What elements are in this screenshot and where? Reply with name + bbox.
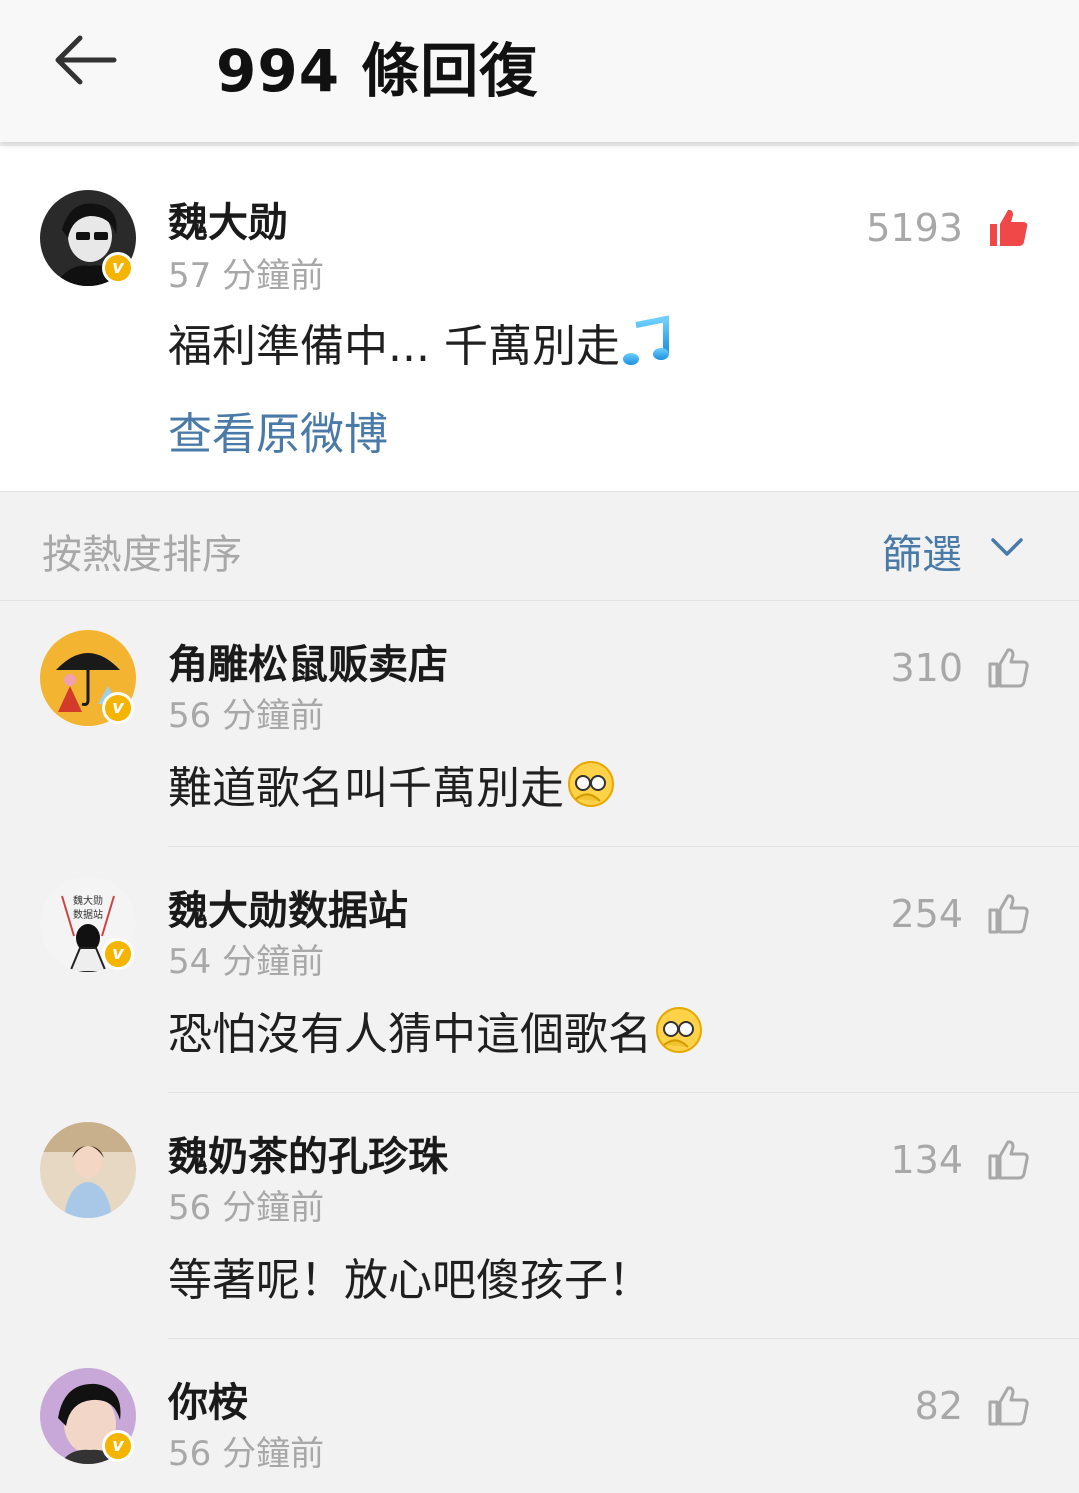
divider xyxy=(168,846,1079,847)
thumbs-up-outline-icon[interactable] xyxy=(986,1384,1030,1428)
post-text: 福利準備中... 千萬別走 xyxy=(168,310,672,374)
comment-time: 56 分鐘前 xyxy=(168,1188,325,1228)
avatar-text-line1: 魏大勋 xyxy=(73,894,103,907)
verified-badge-icon: v xyxy=(102,252,134,284)
page-title: 994 條回復 xyxy=(216,37,539,105)
comment-time: 56 分鐘前 xyxy=(168,696,325,736)
post-time: 57 分鐘前 xyxy=(168,256,325,296)
verified-badge-icon: v xyxy=(102,938,134,970)
comment-author-name[interactable]: 魏大勋数据站 xyxy=(168,878,408,936)
thumbs-up-outline-icon[interactable] xyxy=(986,892,1030,936)
comment-author-name[interactable]: 你桉 xyxy=(168,1370,248,1428)
divider xyxy=(168,1092,1079,1093)
verified-badge-icon: v xyxy=(102,1430,134,1462)
facepalm-emoji xyxy=(568,761,614,807)
comment-author-name[interactable]: 角雕松鼠贩卖店 xyxy=(168,632,448,690)
filter-button[interactable]: 篩選 xyxy=(882,522,962,580)
music-note-icon xyxy=(622,315,669,365)
comment-like-count: 82 xyxy=(914,1384,963,1428)
sort-by-heat-label[interactable]: 按熱度排序 xyxy=(42,522,242,580)
divider xyxy=(0,600,1079,601)
comment-text: 等著呢！放心吧傻孩子！ xyxy=(168,1255,652,1306)
thumbs-up-filled-icon[interactable] xyxy=(986,206,1030,250)
comment-like-count: 310 xyxy=(890,646,963,690)
avatar[interactable] xyxy=(40,1122,136,1218)
chevron-down-icon[interactable] xyxy=(988,532,1026,562)
comment-text: 難道歌名叫千萬別走 xyxy=(168,752,616,816)
top-bar: 994 條回復 xyxy=(0,0,1079,142)
comment-time: 54 分鐘前 xyxy=(168,942,325,982)
divider xyxy=(168,1338,1079,1339)
avatar-text-line2: 数据站 xyxy=(73,908,103,921)
thumbs-up-outline-icon[interactable] xyxy=(986,1138,1030,1182)
verified-badge-icon: v xyxy=(102,692,134,724)
back-arrow-icon[interactable] xyxy=(50,30,118,90)
comment-like-count: 134 xyxy=(890,1138,963,1182)
view-original-link[interactable]: 查看原微博 xyxy=(168,398,388,462)
thumbs-up-outline-icon[interactable] xyxy=(986,646,1030,690)
comment-time: 56 分鐘前 xyxy=(168,1434,325,1474)
comment-like-count: 254 xyxy=(890,892,963,936)
comment-author-name[interactable]: 魏奶茶的孔珍珠 xyxy=(168,1124,448,1182)
post-like-count: 5193 xyxy=(866,206,963,250)
comment-text: 恐怕沒有人猜中這個歌名 xyxy=(168,998,704,1062)
facepalm-emoji xyxy=(656,1007,702,1053)
post-author-name[interactable]: 魏大勋 xyxy=(168,190,288,248)
